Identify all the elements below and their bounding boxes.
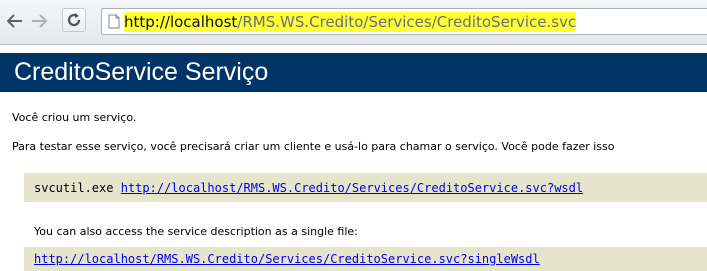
- forward-arrow-icon[interactable]: [30, 9, 48, 33]
- svcutil-code-block: svcutil.exe http://localhost/RMS.WS.Cred…: [24, 173, 707, 202]
- page-icon: [108, 14, 120, 29]
- single-wsdl-link[interactable]: http://localhost/RMS.WS.Credito/Services…: [34, 252, 540, 266]
- svcutil-command-line: svcutil.exe http://localhost/RMS.WS.Cred…: [24, 181, 583, 195]
- single-wsdl-code-block: http://localhost/RMS.WS.Credito/Services…: [24, 247, 707, 271]
- single-wsdl-line: http://localhost/RMS.WS.Credito/Services…: [24, 252, 540, 266]
- browser-toolbar: http://localhost/RMS.WS.Credito/Services…: [0, 0, 707, 45]
- wsdl-link[interactable]: http://localhost/RMS.WS.Credito/Services…: [121, 181, 583, 195]
- intro-text: Você criou um serviço.: [12, 111, 137, 124]
- reload-icon[interactable]: [62, 8, 86, 32]
- address-bar[interactable]: http://localhost/RMS.WS.Credito/Services…: [101, 8, 707, 35]
- url-path: /RMS.WS.Credito/Services/CreditoService.…: [237, 12, 577, 31]
- instructions-text: Para testar esse serviço, você precisará…: [12, 140, 615, 153]
- svcutil-command: svcutil.exe: [34, 180, 114, 195]
- page-title: CreditoService Serviço: [14, 58, 269, 86]
- page-header: CreditoService Serviço: [0, 53, 707, 92]
- url-host: http://localhost: [124, 12, 238, 31]
- back-arrow-icon[interactable]: [6, 9, 24, 33]
- single-file-text: You can also access the service descript…: [34, 225, 358, 238]
- url-text: http://localhost/RMS.WS.Credito/Services…: [124, 11, 577, 32]
